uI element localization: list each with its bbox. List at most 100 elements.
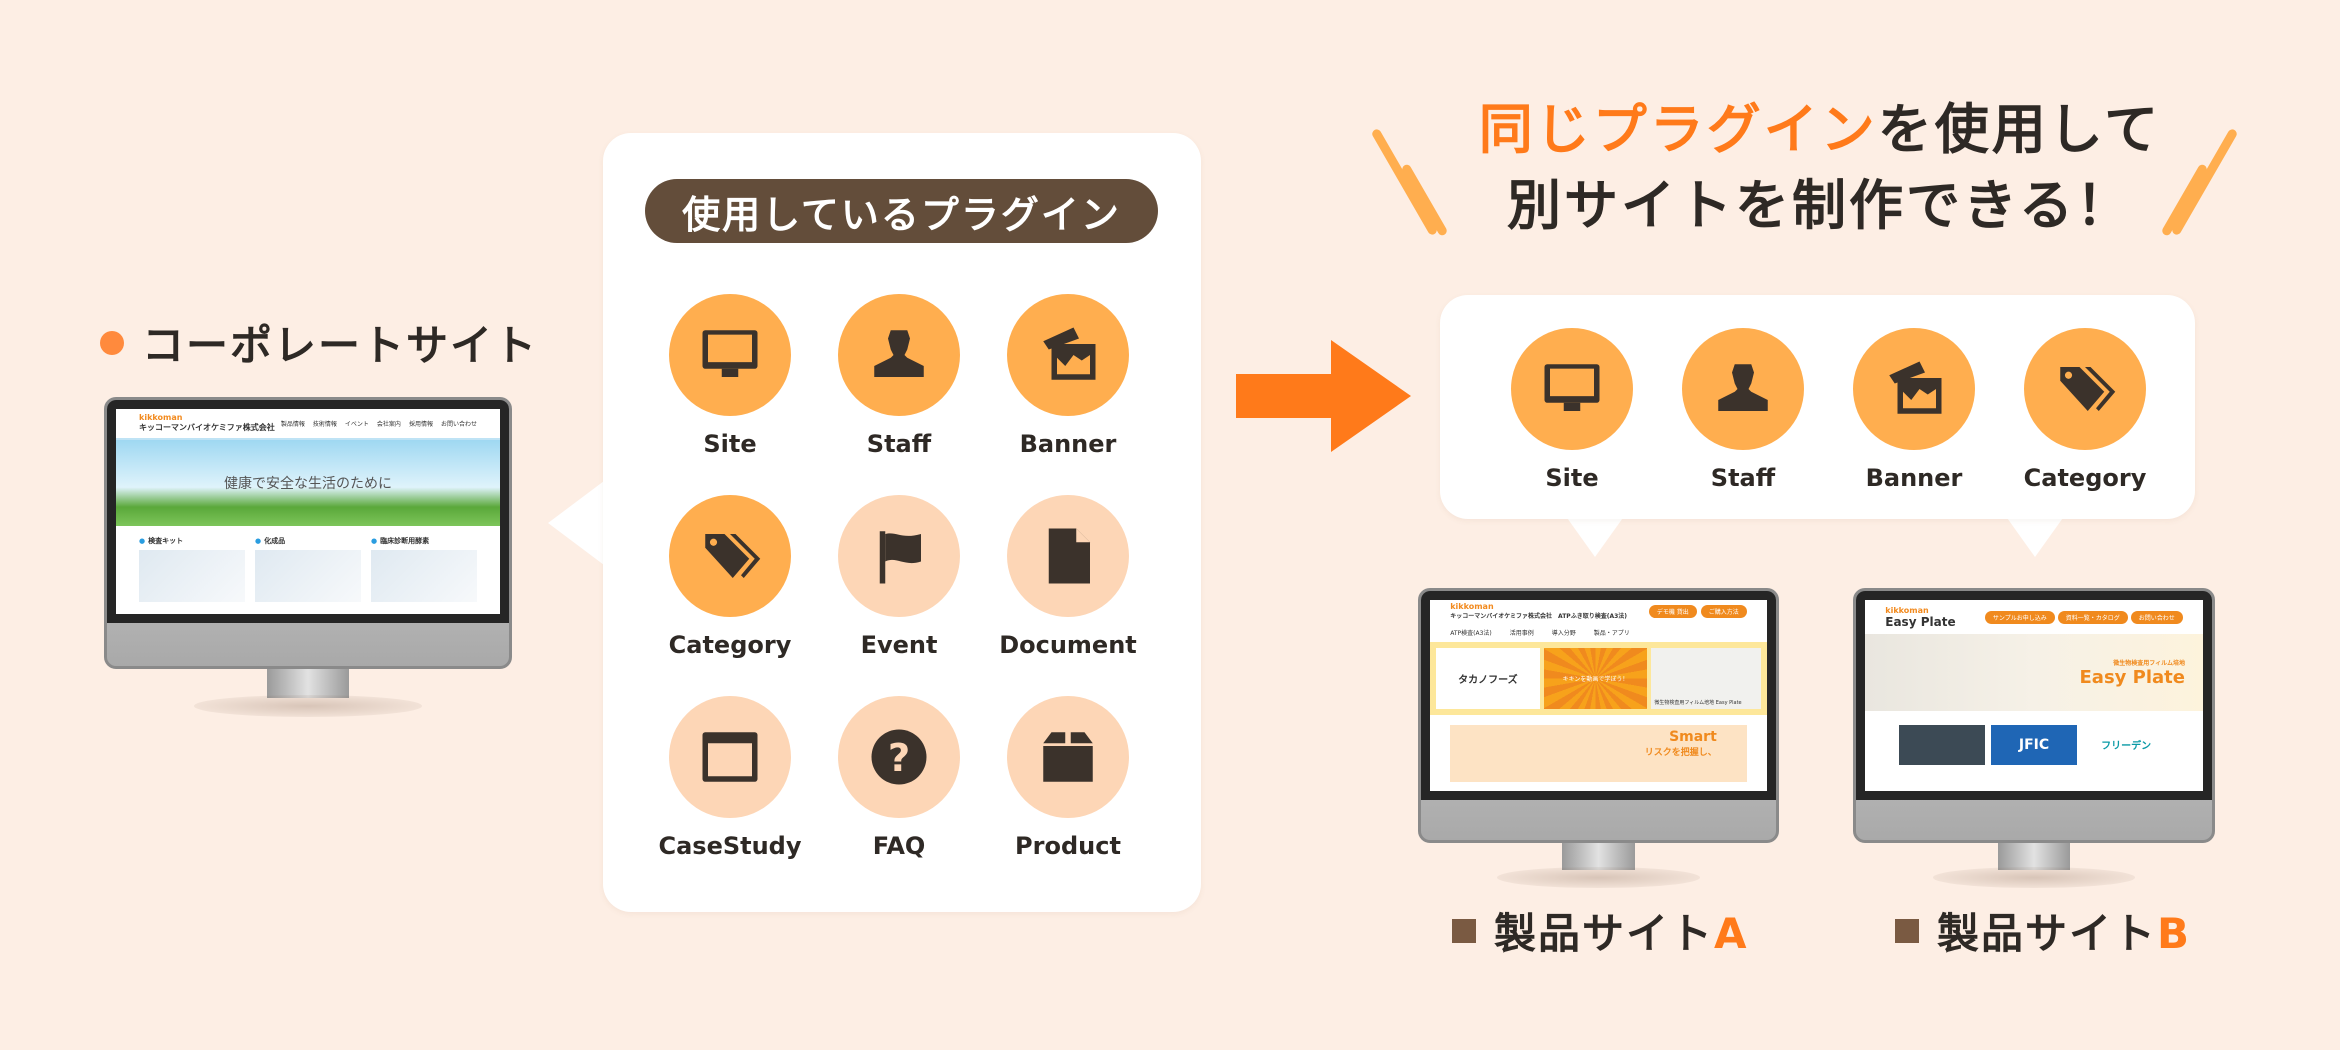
nav-item[interactable]: 製品・アプリ: [1594, 628, 1630, 637]
plugin-category: Category: [2000, 328, 2170, 492]
monitor-frame: kikkoman Easy Plate サンプルお申し込み 資料一覧・カタログ お問い…: [1853, 588, 2215, 843]
tags-icon: [2060, 367, 2116, 411]
nav-item[interactable]: 製品情報: [281, 419, 305, 428]
nav-item[interactable]: 技術情報: [313, 419, 337, 428]
demo-button[interactable]: デモ機 貸出: [1648, 604, 1697, 618]
plugin-faq: ? FAQ: [814, 696, 984, 860]
promo-banner[interactable]: Smart リスクを把握し、: [1450, 724, 1747, 783]
plugin-casestudy: CaseStudy: [645, 696, 815, 860]
monitor-icon: [1544, 364, 1600, 411]
plugin-site: Site: [645, 294, 815, 458]
nav-item[interactable]: お問い合わせ: [441, 419, 477, 428]
site-title: Easy Plate: [1885, 614, 1956, 629]
company-name: キッコーマンバイオケミファ株式会社: [139, 423, 275, 433]
plugin-category: Category: [645, 495, 815, 659]
monitor-circle: [1511, 328, 1633, 450]
monitor-frame: kikkoman キッコーマンバイオケミファ株式会社 ATPふき取り検査(A3法)…: [1418, 588, 1779, 843]
section-card[interactable]: 化成品: [255, 536, 361, 603]
carousel-card[interactable]: 微生物検査用フィルム培地 Easy Plate: [1651, 648, 1762, 709]
hero-title: Easy Plate: [2079, 666, 2185, 688]
product-site-a-monitor: kikkoman キッコーマンバイオケミファ株式会社 ATPふき取り検査(A3法)…: [1418, 588, 1779, 888]
plugin-label: Event: [860, 631, 938, 659]
product-site-letter: A: [1714, 909, 1749, 958]
plugin-document: Document: [983, 495, 1153, 659]
plugin-box-title: 使用しているプラグイン: [645, 179, 1158, 243]
partner-logo: フリーデン: [2101, 741, 2152, 753]
monitor-frame: kikkoman キッコーマンバイオケミファ株式会社 製品情報 技術情報 イベント…: [104, 397, 512, 669]
plugin-label: FAQ: [872, 832, 926, 860]
plugin-label: Category: [2023, 464, 2147, 492]
speech-tail: [1565, 515, 1625, 557]
plugin-banner: Banner: [1829, 328, 1999, 492]
bullet-dot: [100, 330, 124, 355]
partner-carousel[interactable]: JFIC フリーデン: [1865, 711, 2203, 779]
hero-banner: 健康で安全な生活のために: [116, 439, 500, 527]
corporate-site-label-text: コーポレートサイト: [142, 321, 539, 370]
person-icon: [1718, 364, 1768, 411]
monitor-stand: [1562, 843, 1635, 870]
headline-line2: 別サイトを制作できる！: [1507, 174, 2133, 237]
plugin-label: Site: [1545, 464, 1599, 492]
partner-logo: JFIC: [1990, 724, 2078, 765]
plugin-label: Product: [1015, 832, 1121, 860]
question-circle: ?: [838, 696, 960, 818]
section-card[interactable]: 検査キット: [139, 536, 246, 603]
purchase-button[interactable]: ご購入方法: [1700, 604, 1747, 618]
contact-button[interactable]: お問い合わせ: [2130, 610, 2183, 624]
bullet-square: [1452, 918, 1476, 943]
nav-item[interactable]: 導入分野: [1552, 628, 1576, 637]
corporate-site-monitor: kikkoman キッコーマンバイオケミファ株式会社 製品情報 技術情報 イベント…: [104, 397, 512, 717]
tags-circle: [669, 495, 791, 617]
bullet-square: [1895, 918, 1919, 943]
nav-item[interactable]: 会社案内: [377, 419, 401, 428]
brand-logo: kikkoman: [1450, 602, 1494, 612]
monitor-shadow: [1497, 867, 1700, 888]
images-icon: [1889, 361, 1942, 414]
plugin-event: Event: [814, 495, 984, 659]
hero-banner: 微生物検査用フィルム培地 Easy Plate: [1865, 634, 2203, 711]
flag-circle: [838, 495, 960, 617]
sample-button[interactable]: サンプルお申し込み: [1984, 610, 2055, 624]
tags-circle: [2024, 328, 2146, 450]
partner-image: [1898, 724, 1985, 765]
person-icon: [874, 330, 924, 377]
brand-logo: kikkoman: [1885, 605, 1929, 615]
product-site-label-text: 製品サイト: [1494, 909, 1715, 958]
section-card[interactable]: 臨床診断用酵素: [371, 536, 477, 603]
plugin-staff: Staff: [814, 294, 984, 458]
monitor-shadow: [193, 694, 423, 717]
corporate-site-screen: kikkoman キッコーマンバイオケミファ株式会社 製品情報 技術情報 イベント…: [116, 409, 500, 615]
headline-text: を使用して: [1877, 98, 2162, 161]
brand-logo: kikkoman: [139, 413, 183, 423]
nav-item[interactable]: 活用事例: [1510, 628, 1534, 637]
section-title: 化成品: [255, 536, 361, 546]
product-site-b-screen: kikkoman Easy Plate サンプルお申し込み 資料一覧・カタログ お問い…: [1865, 600, 2203, 792]
nav-item[interactable]: イベント: [345, 419, 369, 428]
person-circle: [838, 294, 960, 416]
carousel-card[interactable]: キキンを動画で学ぼう！: [1543, 648, 1648, 709]
plugin-box: 使用しているプラグイン Site Staff Banner Category Event…: [603, 133, 1201, 912]
browser-window-icon: [702, 732, 758, 782]
monitor-icon: [702, 330, 758, 377]
tags-icon: [705, 534, 761, 578]
speech-tail: [2005, 515, 2065, 557]
arrow-right-icon: [1236, 340, 1411, 452]
speech-tail: [548, 478, 608, 568]
plugin-label: Banner: [1865, 464, 1963, 492]
banner-carousel[interactable]: タカノフーズ キキンを動画で学ぼう！ 微生物検査用フィルム培地 Easy Pla…: [1430, 642, 1767, 715]
plugin-label: Site: [703, 430, 757, 458]
product-site-b-monitor: kikkoman Easy Plate サンプルお申し込み 資料一覧・カタログ お問い…: [1853, 588, 2215, 888]
product-site-b-label: 製品サイトB: [1895, 900, 2191, 961]
carousel-card[interactable]: タカノフーズ: [1436, 648, 1540, 709]
product-site-letter: B: [2157, 909, 2192, 958]
plugin-product: Product: [983, 696, 1153, 860]
plugin-site: Site: [1487, 328, 1657, 492]
hero-subtitle: 微生物検査用フィルム培地: [2113, 659, 2185, 667]
catalog-button[interactable]: 資料一覧・カタログ: [2057, 610, 2128, 624]
promo-text: リスクを把握し、: [1644, 747, 1717, 758]
document-icon: [1048, 528, 1090, 584]
headline-accent: 同じプラグイン: [1478, 98, 1878, 161]
hero-title: 健康で安全な生活のために: [224, 475, 392, 492]
nav-item[interactable]: 採用情報: [409, 419, 433, 428]
nav-item[interactable]: ATP検査(A3法): [1450, 628, 1492, 637]
